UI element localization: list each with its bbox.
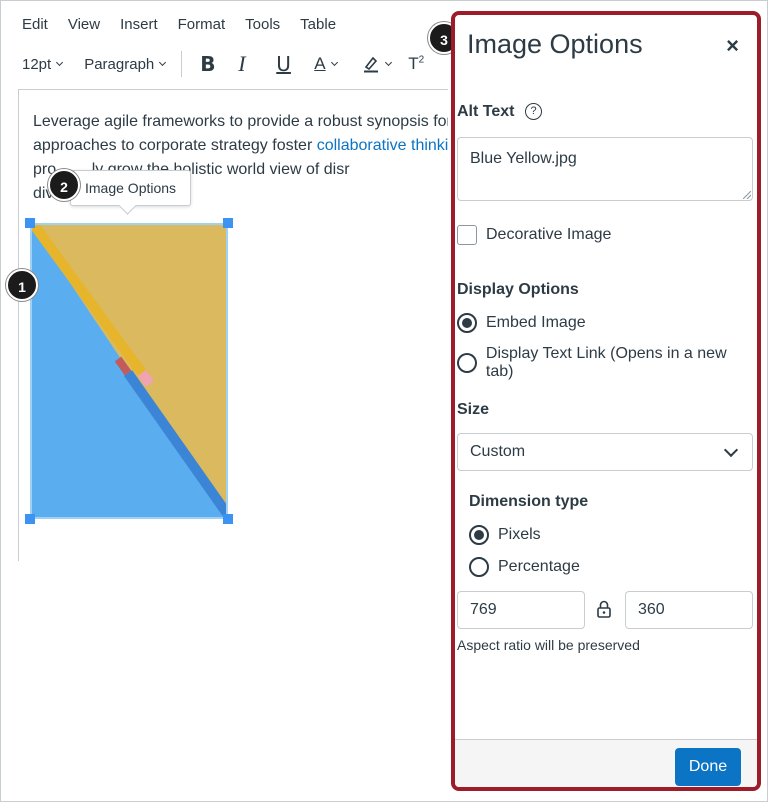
superscript-label: T — [408, 54, 419, 73]
selected-image[interactable] — [30, 223, 228, 519]
chevron-down-icon — [330, 58, 338, 66]
embed-image-option[interactable]: Embed Image — [457, 313, 586, 333]
block-format-select[interactable]: Paragraph — [84, 55, 167, 73]
alt-text-input[interactable]: Blue Yellow.jpg — [457, 137, 753, 201]
menu-tools[interactable]: Tools — [245, 16, 280, 33]
percentage-label: Percentage — [498, 558, 580, 575]
percentage-radio[interactable] — [469, 557, 489, 577]
menu-insert[interactable]: Insert — [120, 16, 158, 33]
italic-button[interactable]: I — [238, 51, 276, 77]
size-label: Size — [457, 401, 490, 418]
chevron-down-icon — [56, 58, 64, 66]
decorative-image-row[interactable]: Decorative Image — [457, 225, 611, 245]
image-options-tray: Image Options × Alt Text ? Blue Yellow.j… — [451, 11, 761, 791]
highlight-color-button[interactable] — [362, 55, 408, 73]
embed-image-label: Embed Image — [486, 314, 586, 331]
superscript-mark: 2 — [418, 54, 425, 66]
text-color-button[interactable]: A — [314, 54, 362, 74]
width-input[interactable]: 769 — [457, 591, 585, 629]
aspect-ratio-hint: Aspect ratio will be preserved — [457, 637, 640, 653]
decorative-image-checkbox[interactable] — [457, 225, 477, 245]
font-size-select[interactable]: 12pt — [22, 55, 64, 73]
underline-button[interactable]: U — [276, 52, 314, 76]
dimension-type-label: Dimension type — [469, 493, 589, 510]
lock-icon — [597, 600, 611, 618]
menu-view[interactable]: View — [68, 16, 100, 33]
resize-handle-bottom-left[interactable] — [25, 514, 35, 524]
tray-footer: Done — [455, 739, 757, 787]
toolbar-divider — [181, 51, 183, 77]
tray-title: Image Options — [467, 29, 643, 59]
resize-handle-top-left[interactable] — [25, 218, 35, 228]
image-options-tooltip[interactable]: Image Options — [70, 170, 192, 206]
resize-handle-bottom-right[interactable] — [223, 514, 233, 524]
tooltip-label: Image Options — [85, 180, 177, 196]
bold-button[interactable]: B — [200, 52, 238, 76]
menu-edit[interactable]: Edit — [22, 16, 48, 33]
editor-toolbar: 12pt Paragraph B I U A T2 — [22, 50, 424, 78]
height-input[interactable]: 360 — [625, 591, 753, 629]
editor-menubar: Edit View Insert Format Tools Table — [22, 16, 336, 33]
help-icon[interactable]: ? — [525, 103, 542, 120]
embed-image-radio[interactable] — [457, 313, 477, 333]
pixels-option[interactable]: Pixels — [469, 525, 541, 545]
callout-badge-2: 2 — [48, 169, 80, 201]
callout-badge-1: 1 — [6, 269, 38, 301]
pencils-image — [30, 223, 228, 519]
content-link[interactable]: collaborative thinki — [317, 137, 448, 154]
menu-format[interactable]: Format — [178, 16, 226, 33]
pixels-radio[interactable] — [469, 525, 489, 545]
content-text: approaches to corporate strategy foster — [33, 137, 317, 154]
size-select[interactable]: Custom — [457, 433, 753, 471]
block-format-value: Paragraph — [84, 55, 155, 73]
display-text-link-radio[interactable] — [457, 353, 477, 373]
display-text-link-label: Display Text Link (Opens in a new tab) — [485, 345, 727, 380]
content-line: Leverage agile frameworks to provide a r… — [33, 113, 448, 130]
text-color-icon: A — [314, 54, 326, 73]
pixels-label: Pixels — [498, 526, 541, 543]
font-size-value: 12pt — [22, 55, 52, 73]
display-options-label: Display Options — [457, 281, 579, 298]
resize-handle-top-right[interactable] — [223, 218, 233, 228]
chevron-down-icon — [723, 442, 739, 458]
superscript-button[interactable]: T2 — [408, 54, 424, 74]
decorative-image-label: Decorative Image — [486, 226, 612, 243]
close-button[interactable]: × — [726, 33, 739, 59]
done-button[interactable]: Done — [675, 748, 741, 786]
chevron-down-icon — [385, 58, 393, 66]
menu-table[interactable]: Table — [300, 16, 336, 33]
highlighter-icon — [364, 56, 379, 73]
alt-text-label: Alt Text — [457, 103, 515, 120]
editor-content-area[interactable]: Leverage agile frameworks to provide a r… — [18, 89, 448, 561]
percentage-option[interactable]: Percentage — [469, 557, 580, 577]
size-select-value: Custom — [470, 443, 526, 460]
content-line: approaches to corporate strategy foster … — [33, 134, 448, 158]
chevron-down-icon — [159, 58, 167, 66]
resize-grip-icon[interactable] — [743, 191, 751, 199]
display-text-link-option[interactable]: Display Text Link (Opens in a new tab) — [457, 345, 757, 381]
